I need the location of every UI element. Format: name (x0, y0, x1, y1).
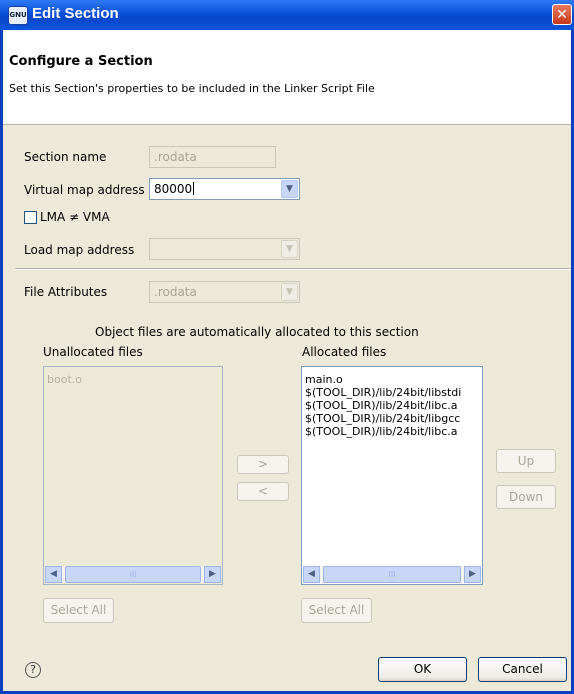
virtual-map-address-combo[interactable]: 80000 ▼ (149, 178, 300, 200)
up-button[interactable]: Up (496, 449, 556, 473)
move-right-button[interactable]: > (237, 455, 289, 474)
list-item[interactable]: main.o (305, 373, 461, 386)
select-all-unallocated-button[interactable]: Select All (43, 598, 114, 623)
horizontal-scrollbar[interactable]: ◀ III ▶ (45, 566, 221, 583)
list-item[interactable]: $(TOOL_DIR)/lib/24bit/libgcc (305, 412, 461, 425)
allocation-info-text: Object files are automatically allocated… (95, 325, 419, 339)
title-bar[interactable]: GNU Edit Section ✕ (0, 0, 574, 30)
scroll-thumb[interactable]: III (323, 566, 461, 583)
edit-section-dialog: GNU Edit Section ✕ Configure a Section S… (0, 0, 574, 694)
section-name-field[interactable]: .rodata (149, 146, 276, 168)
ok-button[interactable]: OK (378, 657, 467, 682)
virtual-map-address-value[interactable]: 80000 (154, 182, 195, 196)
separator (15, 268, 571, 270)
list-item[interactable]: $(TOOL_DIR)/lib/24bit/libc.a (305, 399, 461, 412)
header-title: Configure a Section (9, 54, 153, 69)
app-icon: GNU (8, 6, 28, 25)
down-button[interactable]: Down (496, 485, 556, 509)
close-icon[interactable]: ✕ (552, 4, 572, 25)
select-all-allocated-button[interactable]: Select All (301, 598, 372, 623)
chevron-down-icon[interactable]: ▼ (281, 240, 298, 258)
scroll-right-icon[interactable]: ▶ (204, 566, 221, 583)
lma-vma-checkbox[interactable] (24, 211, 37, 224)
cancel-button[interactable]: Cancel (478, 657, 567, 682)
section-name-label: Section name (24, 150, 107, 164)
file-attributes-combo[interactable]: .rodata ▼ (149, 281, 300, 303)
header-description: Set this Section's properties to be incl… (9, 82, 375, 95)
virtual-map-address-label: Virtual map address (24, 183, 145, 197)
window-title: Edit Section (32, 5, 119, 22)
file-attributes-label: File Attributes (24, 285, 108, 299)
scroll-thumb[interactable]: III (65, 566, 201, 583)
move-left-button[interactable]: < (237, 482, 289, 501)
load-map-address-combo[interactable]: ▼ (149, 238, 300, 260)
file-attributes-value: .rodata (154, 285, 197, 299)
unallocated-files-label: Unallocated files (43, 345, 143, 359)
unallocated-files-list[interactable]: boot.o ◀ III ▶ (43, 366, 223, 585)
load-map-address-label: Load map address (24, 243, 135, 257)
chevron-down-icon[interactable]: ▼ (281, 180, 298, 198)
chevron-down-icon[interactable]: ▼ (281, 283, 298, 301)
allocated-files-list[interactable]: main.o $(TOOL_DIR)/lib/24bit/libstdi $(T… (301, 366, 483, 585)
lma-vma-checkbox-label[interactable]: LMA ≠ VMA (40, 210, 110, 224)
list-item[interactable]: $(TOOL_DIR)/lib/24bit/libstdi (305, 386, 461, 399)
scroll-left-icon[interactable]: ◀ (45, 566, 62, 583)
dialog-header: Configure a Section Set this Section's p… (3, 30, 571, 125)
horizontal-scrollbar[interactable]: ◀ III ▶ (303, 566, 481, 583)
scroll-right-icon[interactable]: ▶ (464, 566, 481, 583)
scroll-left-icon[interactable]: ◀ (303, 566, 320, 583)
help-icon[interactable]: ? (25, 662, 41, 678)
list-item[interactable]: boot.o (47, 373, 82, 386)
list-item[interactable]: $(TOOL_DIR)/lib/24bit/libc.a (305, 425, 461, 438)
allocated-files-label: Allocated files (302, 345, 387, 359)
